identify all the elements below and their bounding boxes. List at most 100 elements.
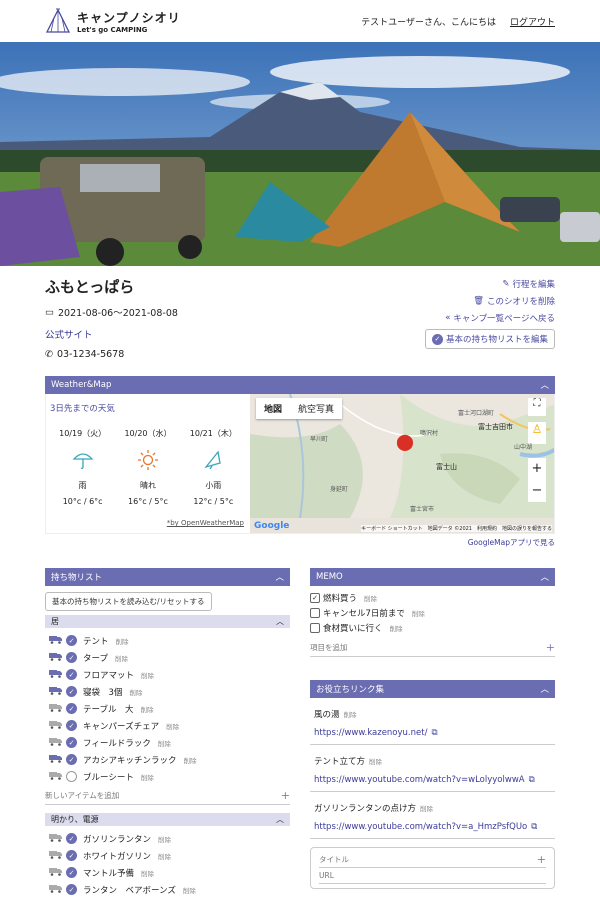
zoom-in-button[interactable]: + [528,458,546,480]
link-item: 風の湯 削除 https://www.kazenoyu.net/ ⧉ [310,698,555,745]
weather-map-header[interactable]: Weather&Map ︿ [45,376,555,394]
truck-icon[interactable] [49,867,63,879]
weather-forecast: 3日先までの天気 10/19（火） 雨 10°c / 6°c 10/20（水） 晴れ 16… [46,394,250,533]
map-attribution[interactable]: キーボード ショートカット 地図データ ©2021 利用規約 地図の誤りを報告す… [361,525,552,532]
plus-icon[interactable]: + [537,853,546,866]
edit-itinerary-link[interactable]: ✎ 行程を編集 [425,278,555,290]
truck-icon[interactable] [49,771,63,783]
truck-icon[interactable] [49,737,63,749]
links-header[interactable]: お役立ちリンク集 ︿ [310,680,555,698]
logout-link[interactable]: ログアウト [510,15,555,28]
check-circle-icon[interactable]: ✓ [66,867,77,878]
link-url[interactable]: https://www.kazenoyu.net/ [314,728,427,738]
forecast-title: 3日先までの天気 [50,404,115,414]
delete-link-link[interactable]: 削除 [369,758,382,766]
list-item: ✓ マントル予備 削除 [49,864,290,881]
back-to-list-link[interactable]: «キャンプ一覧ページへ戻る [425,312,555,324]
delete-item-link[interactable]: 削除 [158,738,171,748]
memo-header[interactable]: MEMO ︿ [310,568,555,586]
delete-item-link[interactable]: 削除 [141,704,154,714]
add-item-input[interactable]: 新しいアイテムを追加 [45,790,119,801]
chevron-up-icon[interactable]: ︿ [540,379,549,391]
fullscreen-icon[interactable]: ⛶ [528,398,546,416]
delete-shiori-link[interactable]: 🗑 このシオリを削除 [425,295,555,307]
delete-memo-link[interactable]: 削除 [364,593,377,603]
checkbox-checked-icon[interactable]: ✓ [310,592,320,603]
check-circle-icon[interactable]: ✓ [66,884,77,895]
check-circle-icon[interactable]: ✓ [66,703,77,714]
truck-icon[interactable] [49,669,63,681]
pegman-icon[interactable]: ♙ [528,422,546,444]
delete-item-link[interactable]: 削除 [184,755,197,765]
delete-item-link[interactable]: 削除 [141,772,154,782]
aerial-tab[interactable]: 航空写真 [290,398,342,419]
plus-icon[interactable]: + [281,789,290,802]
list-item: ✓ キャンパーズチェア 削除 [49,717,290,734]
check-circle-icon[interactable]: ✓ [66,833,77,844]
delete-item-link[interactable]: 削除 [115,653,128,663]
check-circle-icon[interactable]: ✓ [66,669,77,680]
chevron-up-icon[interactable]: ︿ [276,814,284,825]
map-tab[interactable]: 地図 [256,398,290,419]
delete-item-link[interactable]: 削除 [158,851,171,861]
item-group-header[interactable]: 居 ︿ [45,615,290,628]
checkbox-icon[interactable] [310,607,320,618]
check-circle-icon[interactable]: ✓ [66,720,77,731]
external-link-icon[interactable]: ⧉ [531,822,537,832]
check-circle-icon[interactable]: ✓ [66,686,77,697]
truck-icon[interactable] [49,703,63,715]
chevron-up-icon[interactable]: ︿ [276,616,284,627]
map-pin-icon[interactable]: ⬤ [396,432,414,451]
check-circle-icon[interactable]: ✓ [66,652,77,663]
delete-memo-link[interactable]: 削除 [390,623,403,633]
delete-item-link[interactable]: 削除 [141,670,154,680]
delete-item-link[interactable]: 削除 [158,834,171,844]
checkbox-icon[interactable] [310,622,320,633]
check-circle-icon[interactable]: ✓ [66,737,77,748]
truck-icon[interactable] [49,686,63,698]
truck-icon[interactable] [49,884,63,896]
items-header[interactable]: 持ち物リスト ︿ [45,568,290,586]
chevron-up-icon[interactable]: ︿ [540,683,549,695]
truck-icon[interactable] [49,754,63,766]
truck-icon[interactable] [49,635,63,647]
delete-link-link[interactable]: 削除 [420,805,433,813]
truck-icon[interactable] [49,720,63,732]
link-url-input[interactable]: URL [319,871,334,880]
link-title-input[interactable]: タイトル [319,854,349,865]
delete-item-link[interactable]: 削除 [116,636,129,646]
edit-basic-list-button[interactable]: ✓ 基本の持ち物リストを編集 [424,329,555,349]
truck-icon[interactable] [49,833,63,845]
check-circle-icon[interactable]: ✓ [66,754,77,765]
item-group-header[interactable]: 明かり、電源 ︿ [45,813,290,826]
delete-link-link[interactable]: 削除 [344,711,357,719]
external-link-icon[interactable]: ⧉ [431,728,437,738]
delete-memo-link[interactable]: 削除 [412,608,425,618]
googlemap-app-link[interactable]: GoogleMapアプリで見る [468,538,555,547]
delete-item-link[interactable]: 削除 [141,868,154,878]
check-circle-icon[interactable] [66,771,77,782]
link-url[interactable]: https://www.youtube.com/watch?v=wLolyyol… [314,775,525,785]
delete-item-link[interactable]: 削除 [166,721,179,731]
delete-item-link[interactable]: 削除 [183,885,196,895]
forecast-desc: 雨 [78,481,87,490]
chevron-up-icon[interactable]: ︿ [275,571,284,583]
memo-item: 食材買いに行く 削除 [310,620,555,635]
chevron-up-icon[interactable]: ︿ [540,571,549,583]
zoom-out-button[interactable]: − [528,480,546,502]
delete-item-link[interactable]: 削除 [129,687,142,697]
official-site-link[interactable]: 公式サイト [45,327,93,341]
google-map[interactable]: 地図 航空写真 ⛶ ♙ + − ⬤ 富士吉田市 富士河口湖町 富士山 山中湖 鳴沢… [250,394,554,533]
check-circle-icon[interactable]: ✓ [66,635,77,646]
truck-icon[interactable] [49,850,63,862]
openweathermap-credit[interactable]: *by OpenWeatherMap [167,519,244,527]
link-url[interactable]: https://www.youtube.com/watch?v=a_HmzPsf… [314,822,527,832]
load-basic-list-button[interactable]: 基本の持ち物リストを読み込む/リセットする [45,592,212,611]
truck-icon[interactable] [49,652,63,664]
memo-add-input[interactable]: 項目を追加 [310,642,348,653]
plus-icon[interactable]: + [546,641,555,654]
items-title: 持ち物リスト [51,573,103,583]
check-circle-icon[interactable]: ✓ [66,850,77,861]
external-link-icon[interactable]: ⧉ [529,775,535,785]
logo[interactable]: キャンプノシオリ Let's go CAMPING [45,8,181,34]
